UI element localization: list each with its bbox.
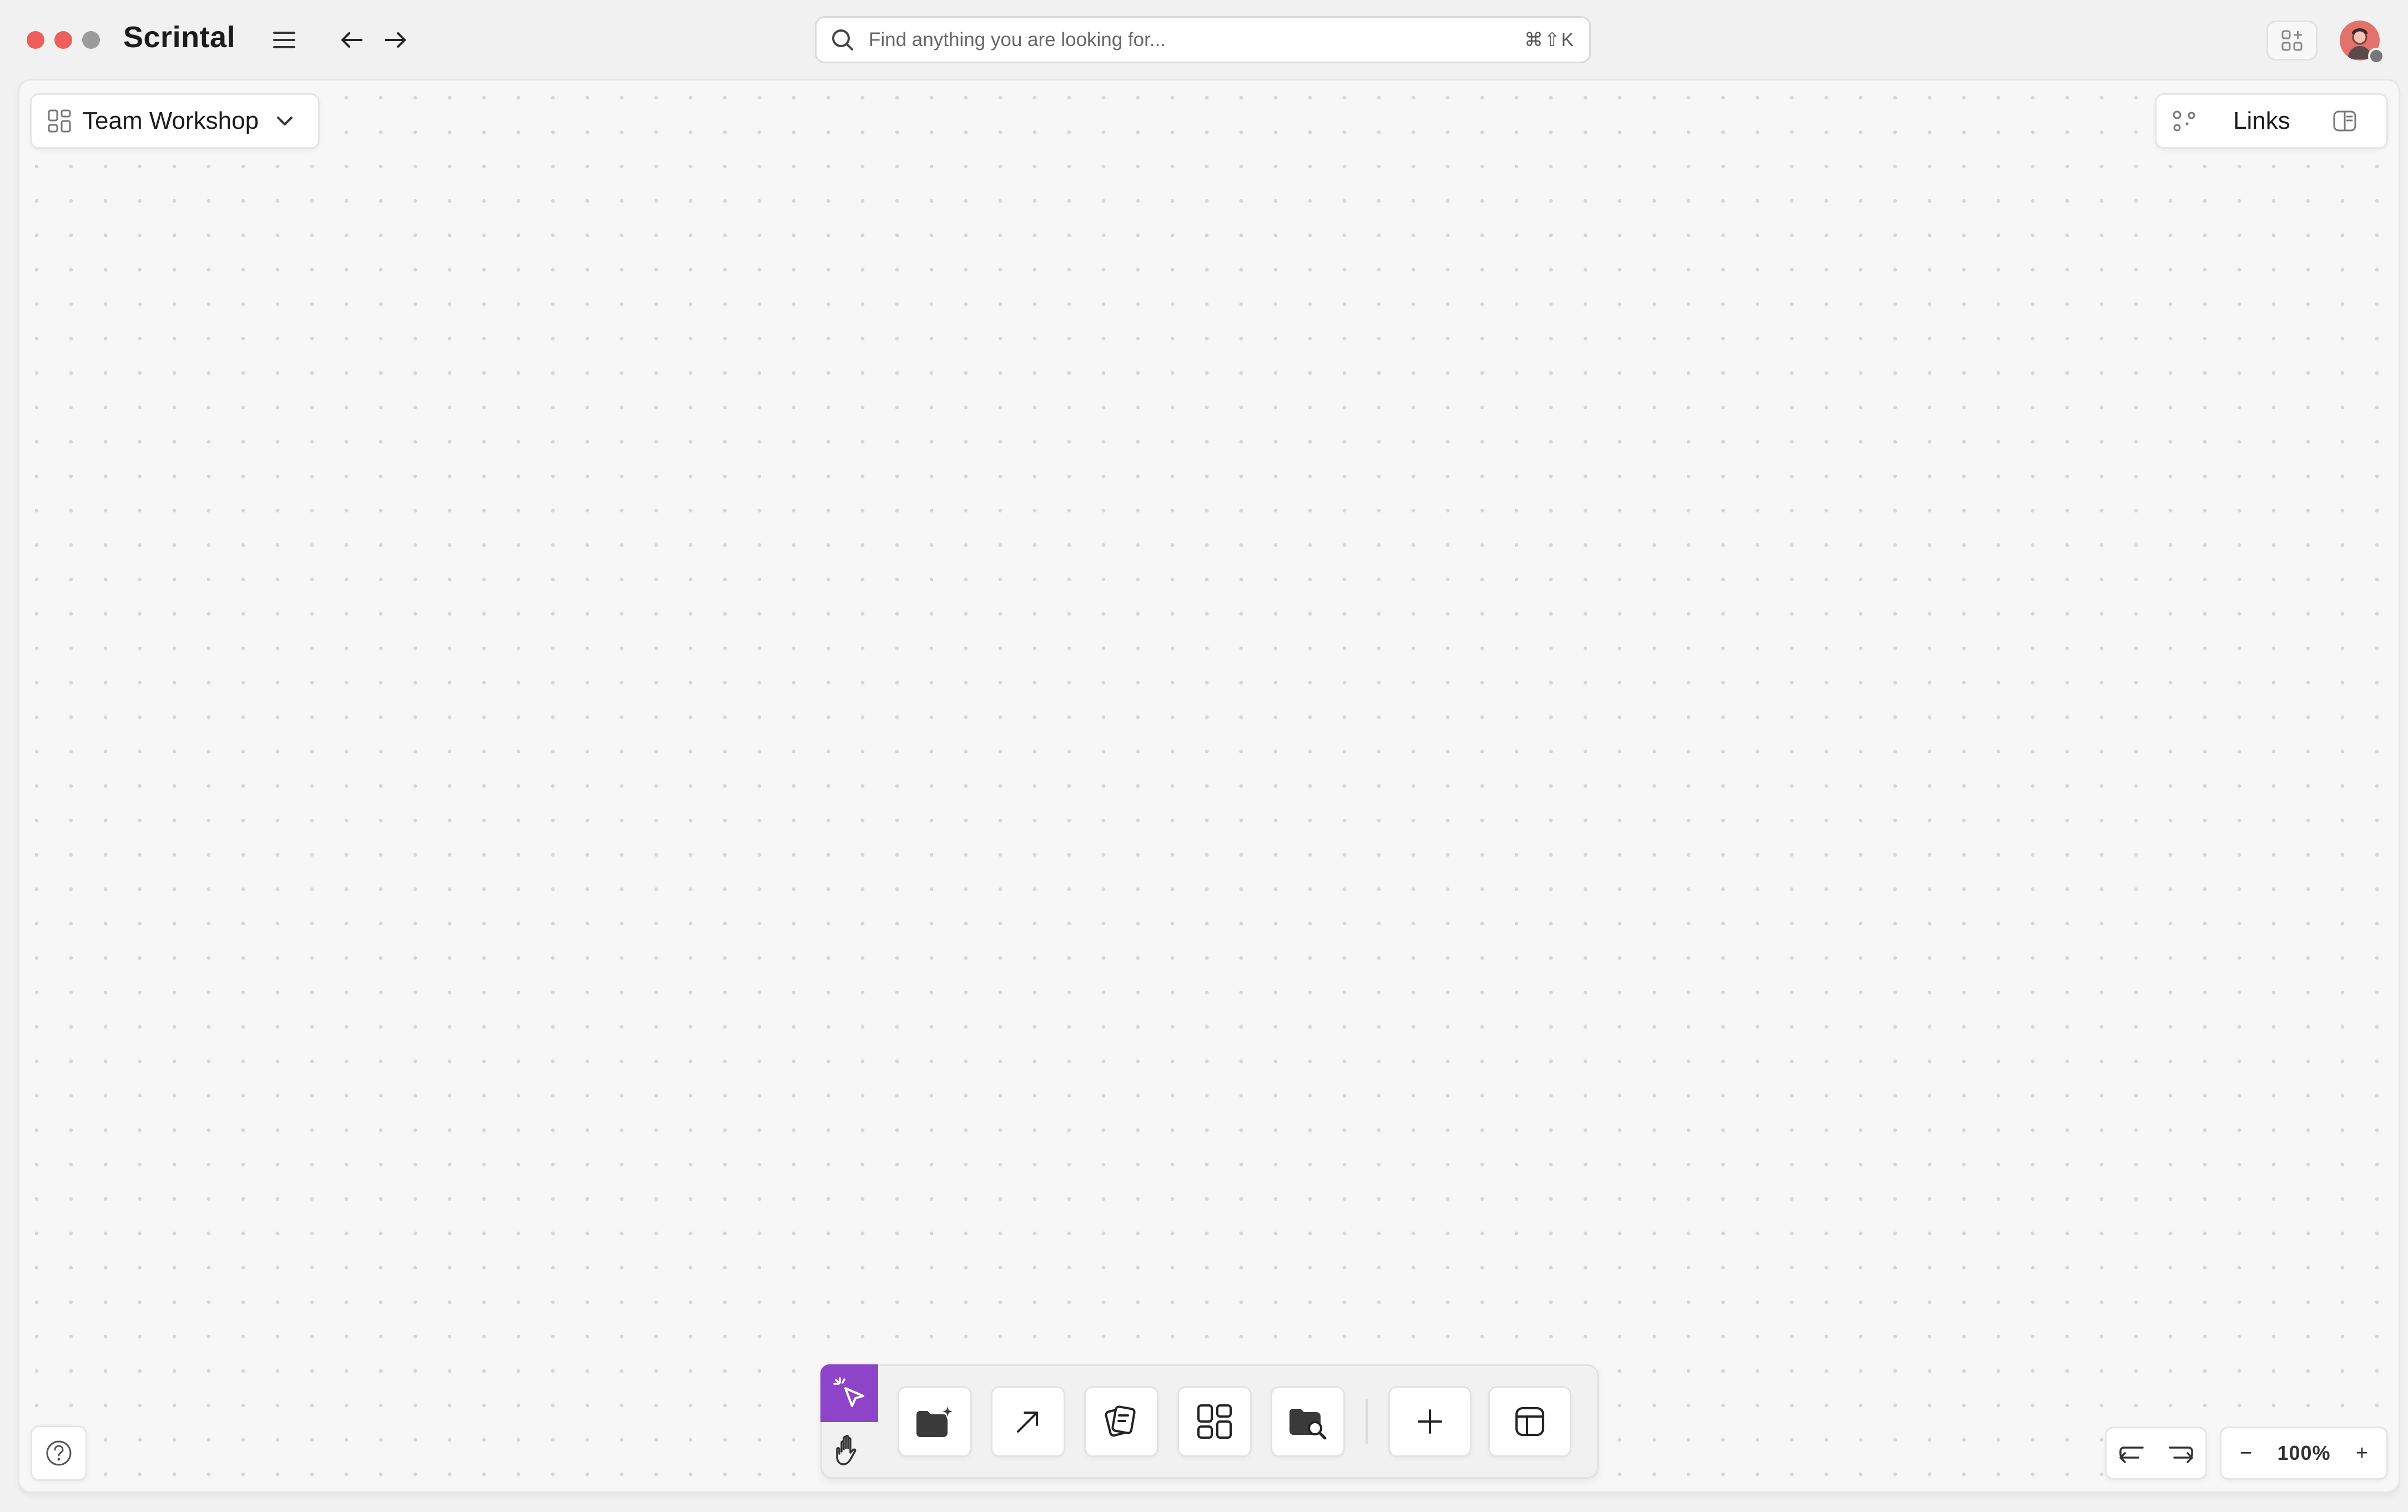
links-label: Links <box>2233 107 2290 134</box>
help-question-icon <box>46 1440 72 1466</box>
help-button[interactable] <box>31 1425 87 1481</box>
forward-button[interactable] <box>381 26 411 54</box>
layout-grid-tool-button[interactable] <box>1177 1386 1252 1457</box>
graph-nodes-icon <box>2173 110 2195 132</box>
redo-icon <box>2168 1447 2193 1463</box>
add-workspace-button[interactable] <box>2266 21 2318 61</box>
search-icon <box>832 29 853 51</box>
arrow-right-icon <box>385 32 406 48</box>
chevron-down-icon <box>277 117 293 125</box>
undo-button[interactable] <box>2118 1442 2145 1464</box>
window-minimize-button[interactable] <box>54 31 72 49</box>
presence-indicator <box>2368 48 2385 64</box>
workspace-switcher[interactable]: Team Workshop <box>30 93 320 149</box>
global-search[interactable]: ⌘⇧K <box>815 16 1591 63</box>
ai-card-tool-button[interactable] <box>898 1386 972 1457</box>
toolbar-divider <box>1366 1399 1368 1444</box>
templates-button[interactable] <box>1488 1386 1571 1457</box>
workspace-grid-icon <box>48 109 71 133</box>
sidebar-panel-icon <box>2333 110 2356 132</box>
grid-plus-icon <box>2281 30 2303 51</box>
cards-tool-button[interactable] <box>1084 1386 1158 1457</box>
folder-sparkle-icon <box>916 1403 956 1437</box>
search-shortcut-hint: ⌘⇧K <box>1524 29 1575 51</box>
zoom-level: 100% <box>2277 1442 2331 1464</box>
zoom-in-button[interactable]: + <box>2352 1442 2372 1465</box>
undo-icon <box>2119 1447 2144 1463</box>
history-controls <box>2105 1427 2207 1480</box>
connector-tool-button[interactable] <box>991 1386 1065 1457</box>
pointer-sparkle-icon <box>833 1377 864 1407</box>
workspace-name: Team Workshop <box>83 107 259 134</box>
folder-search-icon <box>1289 1409 1327 1440</box>
hand-icon <box>836 1435 857 1465</box>
menu-button[interactable] <box>269 26 300 54</box>
hamburger-menu-icon <box>273 32 295 48</box>
grid-layout-icon <box>1197 1404 1232 1439</box>
browse-folder-tool-button[interactable] <box>1271 1386 1345 1457</box>
window-close-button[interactable] <box>27 31 44 49</box>
zoom-out-button[interactable]: − <box>2236 1442 2256 1465</box>
zoom-controls: − 100% + <box>2220 1427 2388 1480</box>
back-button[interactable] <box>336 26 366 54</box>
arrow-up-right-icon <box>1017 1412 1038 1433</box>
redo-button[interactable] <box>2168 1442 2194 1464</box>
cards-stack-icon <box>1105 1405 1136 1437</box>
plus-icon <box>1418 1409 1442 1434</box>
hand-tool-button[interactable] <box>820 1422 878 1478</box>
arrow-left-icon <box>341 32 362 48</box>
search-input[interactable] <box>868 28 1524 52</box>
whiteboard-canvas[interactable] <box>18 79 2400 1493</box>
window-zoom-button[interactable] <box>82 31 100 49</box>
add-button[interactable] <box>1388 1386 1472 1457</box>
links-panel-toggle[interactable]: Links <box>2155 93 2388 149</box>
app-title: Scrintal <box>123 21 236 54</box>
select-tool-button[interactable] <box>820 1364 878 1422</box>
layout-panel-icon <box>1515 1407 1544 1436</box>
